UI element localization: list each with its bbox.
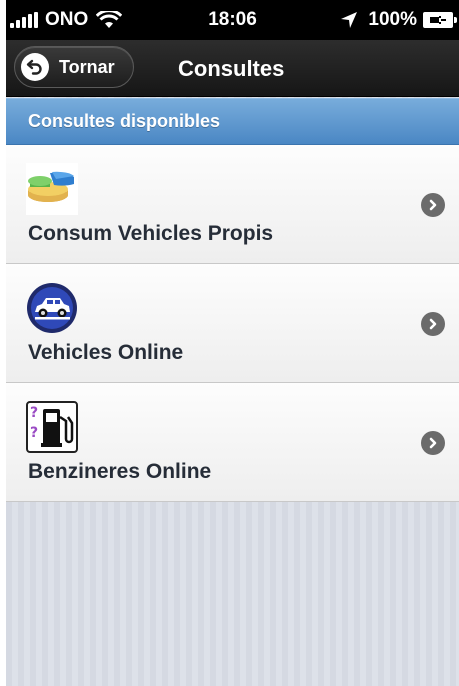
battery-icon: [423, 12, 457, 28]
queries-list: Consum Vehicles Propis Vehicles Online ?…: [6, 145, 459, 502]
svg-text:?: ?: [30, 425, 38, 441]
status-bar: ONO 18:06 100%: [6, 0, 459, 40]
svg-text:?: ?: [30, 405, 38, 421]
chevron-right-icon: [421, 193, 445, 217]
chevron-right-icon: [421, 431, 445, 455]
app-screen: ONO 18:06 100% Tornar Consultes Consulte…: [6, 0, 459, 686]
list-item-label: Vehicles Online: [28, 341, 184, 364]
location-arrow-icon: [341, 12, 358, 28]
pie-chart-icon: [26, 163, 78, 215]
navigation-bar: Tornar Consultes: [6, 40, 459, 97]
back-button[interactable]: Tornar: [14, 46, 134, 88]
car-icon: [27, 283, 77, 333]
list-item-benzineres-online[interactable]: ? ? Benzineres Online: [6, 383, 459, 502]
battery-percent: 100%: [368, 9, 417, 30]
status-right: 100%: [340, 9, 457, 31]
list-section-header: Consultes disponibles: [6, 98, 459, 145]
list-item-label: Benzineres Online: [28, 460, 212, 483]
charging-plug-icon: [430, 16, 446, 24]
list-item-consum-vehicles-propis[interactable]: Consum Vehicles Propis: [6, 145, 459, 264]
back-arrow-icon: [21, 53, 49, 81]
chevron-right-icon: [421, 312, 445, 336]
list-item-label: Consum Vehicles Propis: [28, 222, 274, 245]
fuel-pump-icon: ? ?: [26, 401, 78, 453]
page-title: Consultes: [178, 56, 285, 81]
list-item-vehicles-online[interactable]: Vehicles Online: [6, 264, 459, 383]
back-button-label: Tornar: [59, 56, 115, 77]
